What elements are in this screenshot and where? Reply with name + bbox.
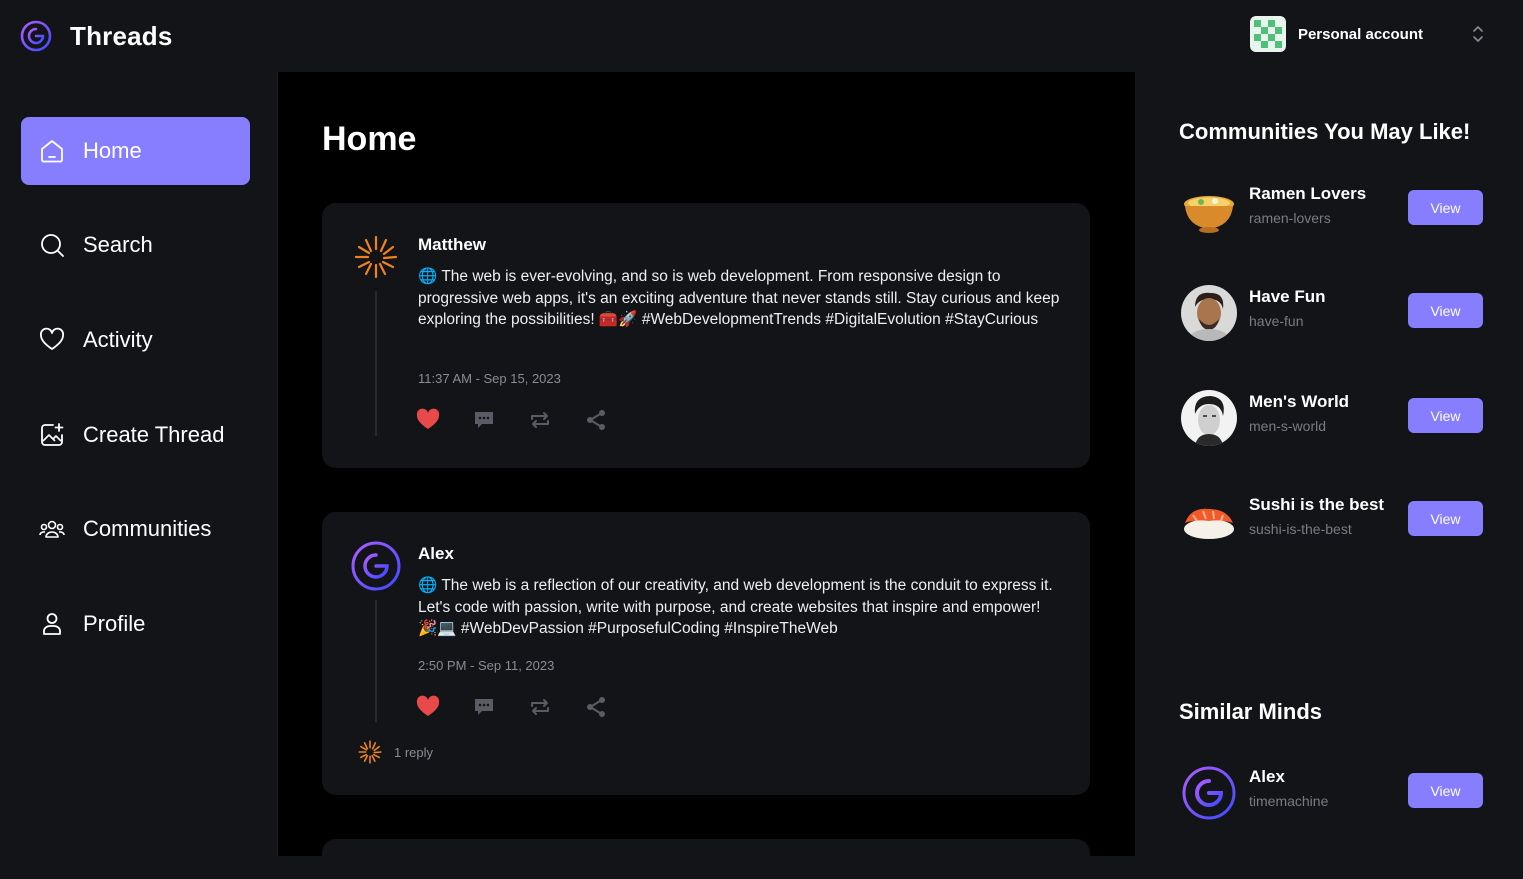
search-icon	[41, 234, 64, 257]
view-button[interactable]: View	[1408, 773, 1483, 808]
thread-timestamp: 2:50 PM - Sep 11, 2023	[418, 658, 555, 673]
community-item: Men's World men-s-world View	[1181, 388, 1483, 448]
author-name[interactable]: Matthew	[418, 235, 486, 255]
user-name: Alex	[1249, 767, 1285, 786]
author-name[interactable]: Alex	[418, 544, 454, 564]
community-handle: sushi-is-the-best	[1249, 521, 1352, 537]
thread-card: Alex 🌐 The web is a reflection of our cr…	[322, 512, 1090, 795]
view-button[interactable]: View	[1408, 398, 1483, 433]
home-icon	[41, 140, 63, 163]
repost-icon[interactable]	[528, 408, 552, 432]
communities-title: Communities You May Like!	[1179, 119, 1471, 144]
community-name: Have Fun	[1249, 287, 1326, 306]
thread-card: Matthew 🌐 The web is ever-evolving, and …	[322, 203, 1090, 468]
nav-item-communities[interactable]: Communities	[21, 495, 250, 563]
reply-count: 1 reply	[394, 744, 434, 760]
thread-body: 🌐 The web is ever-evolving, and so is we…	[418, 268, 1060, 329]
nav-item-create-thread[interactable]: Create Thread	[21, 401, 250, 469]
nav-item-label: Search	[83, 232, 153, 257]
reply-icon[interactable]	[472, 408, 496, 432]
author-avatar[interactable]	[350, 540, 402, 592]
right-sidebar: Communities You May Like! Ramen Lovers r…	[1135, 72, 1523, 856]
thread-actions	[416, 408, 608, 432]
similar-user-item: Alex timemachine View	[1181, 763, 1483, 823]
nav-item-home[interactable]: Home	[21, 117, 250, 185]
nav-item-label: Create Thread	[83, 422, 225, 447]
community-avatar	[1181, 285, 1237, 341]
view-button[interactable]: View	[1408, 501, 1483, 536]
page-title: Home	[322, 120, 417, 158]
nav-item-label: Profile	[83, 611, 146, 636]
user-handle: timemachine	[1249, 793, 1329, 809]
community-item: Have Fun have-fun View	[1181, 283, 1483, 343]
nav-item-label: Home	[83, 138, 142, 163]
left-sidebar: Home Search Activity Create Thread Commu…	[0, 72, 278, 856]
similar-minds-title: Similar Minds	[1179, 699, 1323, 724]
repost-icon[interactable]	[528, 695, 552, 719]
top-bar: Threads Personal account	[0, 0, 1523, 72]
replies-link[interactable]: 1 reply	[356, 738, 433, 766]
community-avatar	[1181, 493, 1237, 549]
share-icon[interactable]	[584, 695, 608, 719]
thread-card	[322, 839, 1090, 879]
nav-item-activity[interactable]: Activity	[21, 306, 250, 374]
chevron-updown-icon[interactable]	[1471, 23, 1485, 45]
thread-actions	[416, 695, 608, 719]
community-handle: men-s-world	[1249, 418, 1327, 434]
community-avatar	[1181, 390, 1237, 446]
nav-item-profile[interactable]: Profile	[21, 590, 250, 658]
app-logo[interactable]: Threads	[20, 20, 173, 52]
nav-item-label: Activity	[83, 327, 153, 352]
share-icon[interactable]	[584, 408, 608, 432]
thread-line	[375, 291, 377, 436]
thread-body: 🌐 The web is a reflection of our creativ…	[418, 577, 1053, 638]
main-feed: Home Matthew 🌐 The web is ever-evolving,…	[278, 72, 1135, 879]
heart-icon	[40, 327, 64, 350]
reply-icon[interactable]	[472, 695, 496, 719]
author-avatar[interactable]	[350, 231, 402, 283]
heart-filled-icon[interactable]	[416, 695, 440, 719]
threads-logo-icon	[20, 20, 52, 52]
nav-item-search[interactable]: Search	[21, 211, 250, 279]
thread-line	[375, 600, 377, 722]
communities-icon	[39, 520, 65, 538]
heart-filled-icon[interactable]	[416, 408, 440, 432]
community-handle: have-fun	[1249, 313, 1304, 329]
app-name: Threads	[70, 20, 173, 51]
account-avatar	[1249, 16, 1286, 52]
view-button[interactable]: View	[1408, 293, 1483, 328]
community-item: Ramen Lovers ramen-lovers View	[1181, 180, 1483, 240]
view-button[interactable]: View	[1408, 190, 1483, 225]
thread-timestamp: 11:37 AM - Sep 15, 2023	[418, 371, 561, 386]
create-thread-icon	[41, 423, 64, 446]
community-name: Men's World	[1249, 392, 1350, 411]
community-name: Sushi is the best	[1249, 495, 1385, 514]
community-avatar	[1181, 182, 1237, 238]
reply-avatar	[358, 740, 382, 764]
user-avatar	[1181, 765, 1237, 821]
community-handle: ramen-lovers	[1249, 210, 1331, 226]
community-item: Sushi is the best sushi-is-the-best View	[1181, 491, 1483, 551]
account-label: Personal account	[1297, 25, 1423, 43]
nav-item-label: Communities	[83, 516, 212, 541]
community-name: Ramen Lovers	[1249, 184, 1367, 203]
user-icon	[43, 613, 61, 635]
account-switcher[interactable]: Personal account	[1249, 16, 1485, 52]
